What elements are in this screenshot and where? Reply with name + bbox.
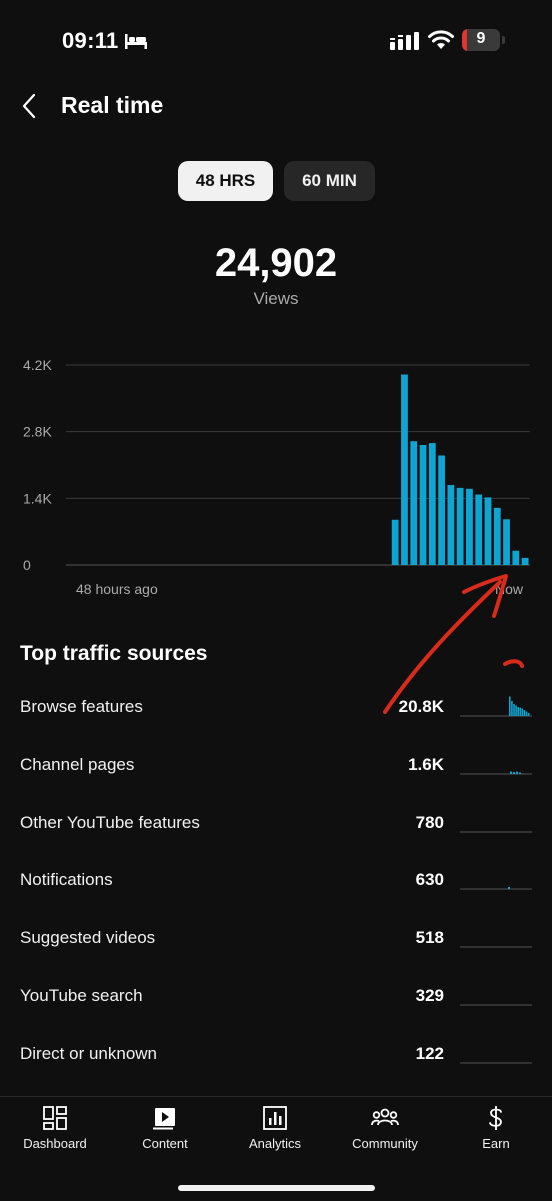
nav-dashboard-label: Dashboard (23, 1136, 87, 1151)
traffic-source-label: Channel pages (20, 755, 135, 774)
traffic-sparkline (460, 831, 532, 833)
battery-level: 9 (476, 30, 486, 47)
chart-bar[interactable] (456, 487, 464, 565)
traffic-source-value: 329 (415, 986, 444, 1005)
page-title: Real time (61, 92, 164, 118)
chart-bar[interactable] (447, 485, 455, 565)
y-tick-label: 2.8K (23, 424, 52, 440)
nav-analytics[interactable]: Analytics (220, 1105, 330, 1155)
chart-bar[interactable] (484, 497, 492, 565)
nav-content-label: Content (142, 1136, 188, 1151)
chart-bar[interactable] (410, 441, 418, 565)
header: Real time (0, 80, 552, 132)
battery-icon: 9 (462, 29, 500, 51)
dashboard-icon (43, 1106, 67, 1130)
traffic-source-value: 20.8K (398, 697, 444, 716)
traffic-source-label: YouTube search (20, 986, 143, 1005)
traffic-sparkline (460, 946, 532, 948)
chart-bar[interactable] (475, 494, 483, 565)
content-icon (153, 1108, 175, 1130)
traffic-sparkline (460, 1062, 532, 1064)
status-bar: 09:11 9 (0, 0, 552, 84)
nav-community[interactable]: Community (330, 1105, 440, 1155)
back-arrow-icon[interactable] (18, 90, 44, 122)
traffic-source-label: Notifications (20, 870, 113, 889)
x-axis-start-label: 48 hours ago (76, 581, 158, 597)
traffic-row[interactable]: Direct or unknown 122 (0, 1044, 552, 1102)
y-tick-label: 0 (23, 557, 31, 573)
sleep-focus-icon (125, 34, 147, 49)
chart-bar[interactable] (428, 443, 436, 565)
chart-bar[interactable] (521, 557, 529, 565)
chart-bar[interactable] (466, 488, 473, 565)
nav-dashboard[interactable]: Dashboard (0, 1105, 110, 1155)
chart-bar[interactable] (401, 374, 408, 565)
nav-community-label: Community (352, 1136, 418, 1151)
traffic-sparkline (460, 1004, 532, 1006)
chart-bar[interactable] (438, 455, 445, 565)
toggle-60-min[interactable]: 60 MIN (284, 161, 375, 201)
nav-content[interactable]: Content (110, 1105, 220, 1155)
chart-bar[interactable] (512, 550, 520, 565)
chart-bar[interactable] (493, 507, 501, 565)
nav-earn[interactable]: Earn (441, 1105, 551, 1155)
home-indicator (178, 1185, 375, 1191)
analytics-icon (263, 1106, 287, 1130)
total-views-value: 24,902 (214, 241, 338, 285)
y-tick-label: 1.4K (23, 490, 52, 506)
traffic-sparkline (460, 771, 532, 775)
cellular-signal-icon (390, 32, 419, 50)
toggle-48-hrs[interactable]: 48 HRS (178, 161, 273, 201)
chart-bar[interactable] (503, 519, 510, 565)
dollar-icon (489, 1106, 502, 1130)
nav-earn-label: Earn (482, 1136, 510, 1151)
status-time: 09:11 (62, 28, 119, 53)
traffic-source-label: Browse features (20, 697, 143, 716)
traffic-source-value: 122 (415, 1044, 444, 1063)
chart-bar[interactable] (419, 445, 427, 565)
traffic-sparkline (460, 696, 532, 717)
traffic-sparkline (460, 887, 532, 890)
traffic-source-label: Direct or unknown (20, 1044, 158, 1063)
traffic-source-value: 780 (415, 813, 444, 832)
traffic-source-value: 1.6K (408, 755, 444, 774)
community-icon (371, 1108, 399, 1126)
traffic-source-value: 518 (415, 928, 444, 947)
traffic-source-label: Other YouTube features (20, 813, 200, 832)
views-bar-chart: 4.2K 2.8K 1.4K 0 48 hours ago Now (23, 357, 530, 597)
total-views-label: Views (253, 289, 299, 308)
traffic-sources-title: Top traffic sources (20, 642, 208, 665)
nav-analytics-label: Analytics (248, 1136, 302, 1151)
y-tick-label: 4.2K (23, 357, 52, 373)
chart-bar[interactable] (391, 519, 399, 565)
traffic-source-label: Suggested videos (20, 928, 156, 947)
traffic-source-value: 630 (415, 870, 444, 889)
x-axis-end-label: Now (495, 581, 524, 597)
wifi-icon (428, 30, 454, 49)
